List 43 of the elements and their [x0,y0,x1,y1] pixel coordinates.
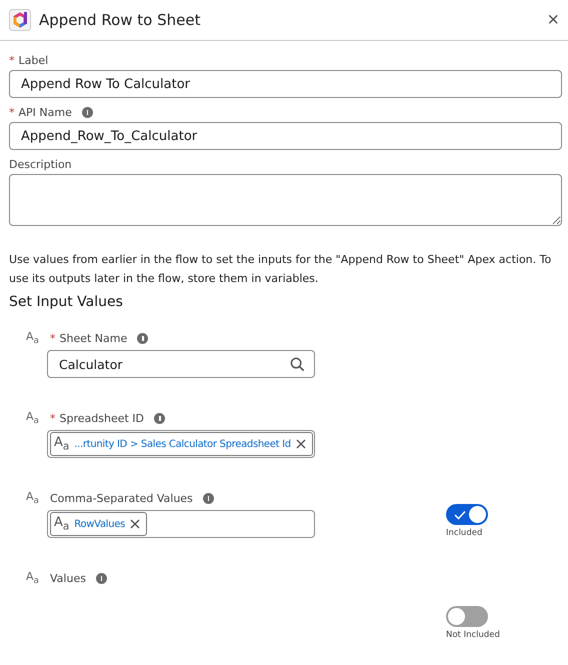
resource-field[interactable]: A$_{a}$ RowValues [47,510,315,538]
app-logo-icon [9,9,31,31]
field-label: Description [9,158,72,171]
info-icon [137,332,148,344]
description-field[interactable] [9,174,562,226]
intro-text: Use values from earlier in the flow to set the inputs for the "Append Row to Sheet" Apex action. To use its outputs later in the flow, store them in variables. [9,252,552,287]
required-asterisk: * [50,332,56,344]
field-label: Label [18,54,48,67]
text-field[interactable]: Append Row To Calculator [9,70,562,98]
toggle-label: Included [446,528,482,538]
sheet-name-field[interactable]: Calculator [47,350,315,378]
close-button[interactable]: × [547,10,559,30]
text-type-icon: A$_{a}$ [26,410,46,426]
info-icon [96,572,107,584]
resource-name: RowValues [74,518,126,530]
field-label: Values [50,572,86,584]
text-type-icon: A$_{a}$ [26,330,46,346]
check-icon [454,510,466,520]
required-asterisk: * [50,412,56,424]
resource-name: ...rtunity ID > Sales Calculator Spreadsheet Id [74,438,291,450]
text-type-icon: A$_{a}$ [26,490,46,506]
include-toggle[interactable] [446,606,488,627]
text-type-icon: A$_{a}$ [54,435,70,453]
text-type-icon: A$_{a}$ [26,570,46,586]
remove-icon[interactable] [130,519,140,529]
section-heading: Set Input Values [9,294,124,310]
search-icon [290,356,305,372]
text-field[interactable]: Append_Row_To_Calculator [9,122,562,150]
text-type-icon: A$_{a}$ [54,515,70,533]
info-icon [202,492,214,504]
info-icon [154,412,165,424]
toggle-label: Not Included [446,630,500,640]
resource-pill[interactable]: A$_{a}$ RowValues [50,512,148,536]
window-title: Append Row to Sheet [39,11,202,29]
required-asterisk: * [9,106,14,119]
required-asterisk: * [9,54,14,67]
field-label: API Name [18,106,72,119]
info-icon [82,107,93,118]
include-toggle[interactable] [446,504,488,525]
field-label: Comma-Separated Values [50,492,193,504]
field-label: Spreadsheet ID [60,412,144,424]
field-label: Sheet Name [60,332,128,344]
remove-icon[interactable] [296,439,306,449]
